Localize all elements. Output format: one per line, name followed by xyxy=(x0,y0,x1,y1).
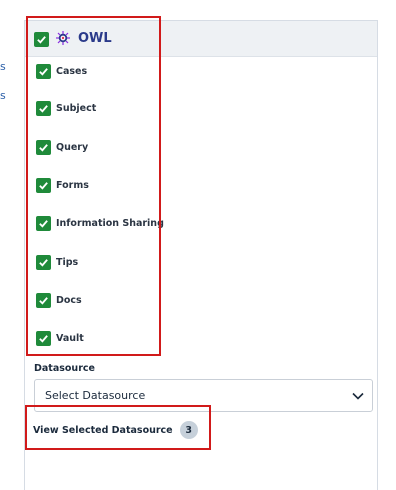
docs-checkbox[interactable] xyxy=(36,292,51,308)
owl-group-title: OWL xyxy=(78,31,112,46)
query-checkbox[interactable] xyxy=(36,139,51,155)
checkmark-icon xyxy=(39,104,48,113)
checkmark-icon xyxy=(39,181,48,190)
option-label: Docs xyxy=(56,294,82,306)
option-cases[interactable]: Cases xyxy=(36,62,87,80)
option-information-sharing[interactable]: Information Sharing xyxy=(36,214,164,232)
datasource-select[interactable]: Select Datasource xyxy=(34,379,373,412)
datasource-label: Datasource xyxy=(34,363,95,374)
checkmark-icon xyxy=(37,36,46,44)
subject-checkbox[interactable] xyxy=(36,100,51,116)
left-panel-fragment[interactable]: s xyxy=(0,89,6,102)
checkmark-icon xyxy=(39,67,48,76)
option-label: Vault xyxy=(56,332,84,344)
owl-logo-icon xyxy=(56,31,70,45)
selected-count-badge: 3 xyxy=(179,421,198,439)
option-subject[interactable]: Subject xyxy=(36,99,96,117)
view-selected-label: View Selected Datasource xyxy=(33,424,173,436)
datasource-select-value: Select Datasource xyxy=(45,389,146,402)
information-sharing-checkbox[interactable] xyxy=(36,215,51,231)
owl-group-header: OWL xyxy=(25,21,377,57)
left-panel-fragment[interactable]: s xyxy=(0,60,6,73)
chevron-down-icon xyxy=(352,392,364,400)
checkmark-icon xyxy=(39,143,48,152)
checkmark-icon xyxy=(39,334,48,343)
option-vault[interactable]: Vault xyxy=(36,329,84,347)
owl-checkbox[interactable] xyxy=(34,32,49,47)
checkmark-icon xyxy=(39,258,48,267)
option-label: Cases xyxy=(56,65,88,77)
option-label: Tips xyxy=(56,256,79,268)
view-selected-datasource-link[interactable]: View Selected Datasource 3 xyxy=(33,421,198,439)
forms-checkbox[interactable] xyxy=(36,177,51,193)
tips-checkbox[interactable] xyxy=(36,254,51,270)
vault-checkbox[interactable] xyxy=(36,330,51,346)
option-label: Query xyxy=(56,141,89,153)
option-query[interactable]: Query xyxy=(36,138,88,156)
option-label: Forms xyxy=(56,179,89,191)
option-forms[interactable]: Forms xyxy=(36,176,89,194)
checkmark-icon xyxy=(39,296,48,305)
cases-checkbox[interactable] xyxy=(36,63,51,79)
option-tips[interactable]: Tips xyxy=(36,253,78,271)
checkmark-icon xyxy=(39,219,48,228)
option-label: Subject xyxy=(56,102,97,114)
option-docs[interactable]: Docs xyxy=(36,291,82,309)
left-panel-edge: s s xyxy=(0,0,14,488)
option-label: Information Sharing xyxy=(56,217,164,229)
